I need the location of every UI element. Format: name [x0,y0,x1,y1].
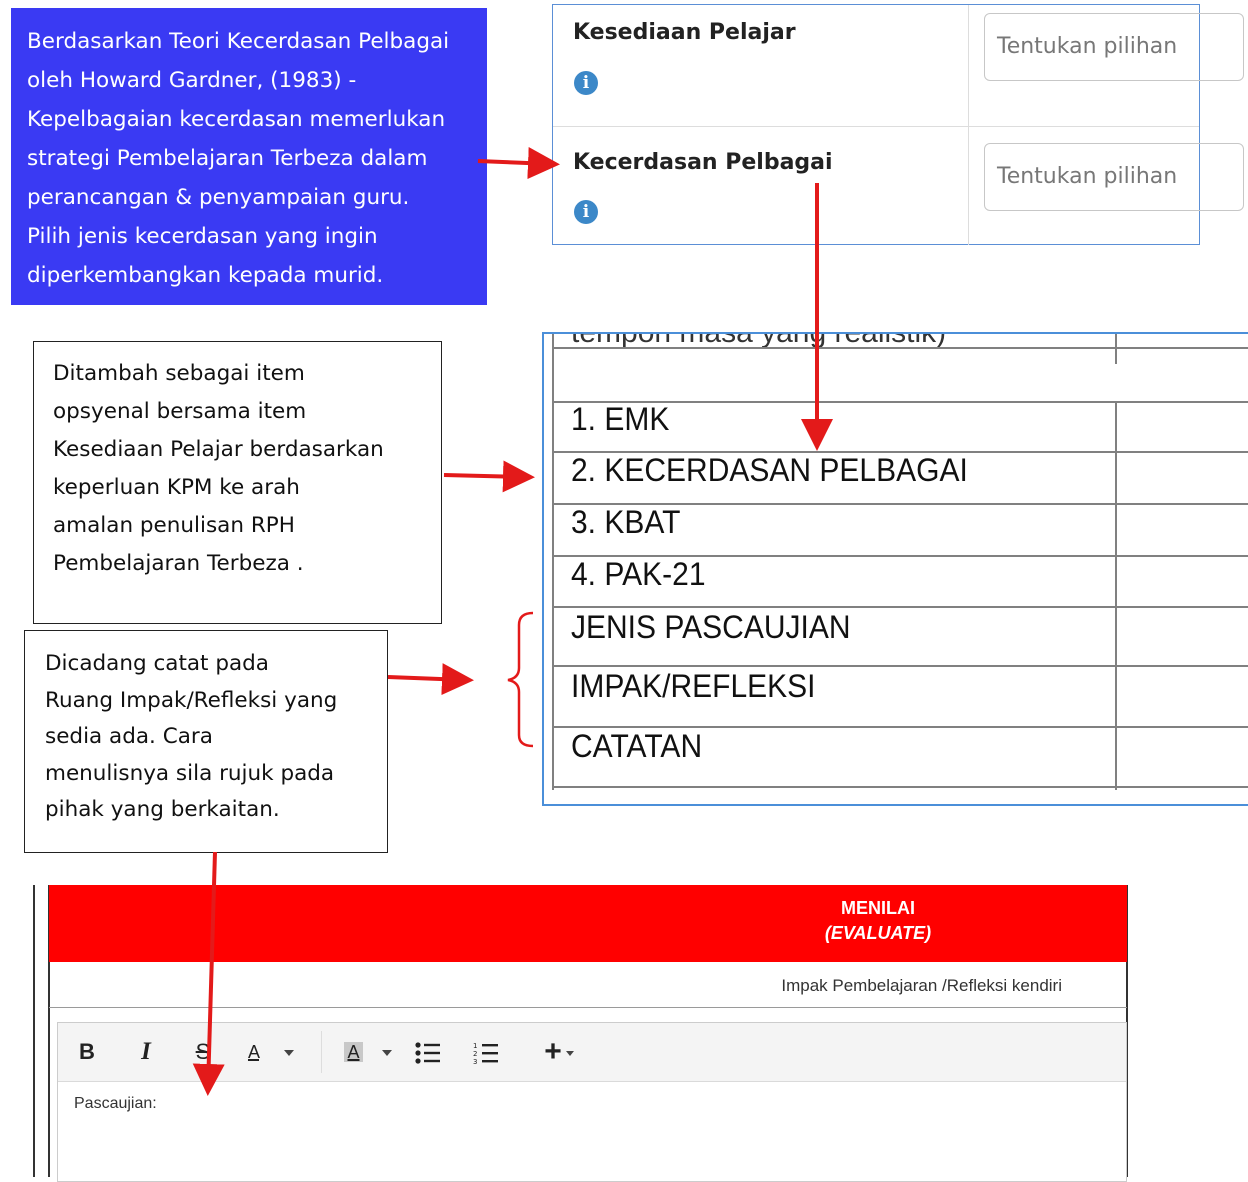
info-icon[interactable]: i [574,71,598,95]
callout-line: Pilih jenis kecerdasan yang ingin [27,224,378,249]
note-line: amalan penulisan RPH [53,513,295,538]
table-border [552,606,1248,608]
kecerdasan-pelbagai-select[interactable]: Tentukan pilihan [984,143,1244,211]
column-divider [968,5,969,126]
highlight-icon: A [344,1042,363,1062]
gardner-theory-callout: Berdasarkan Teori Kecerdasan Pelbagai ol… [11,8,487,305]
note-line: Pembelajaran Terbeza . [53,551,304,576]
numbered-list-icon: 1 2 3 [473,1042,498,1066]
insert-more-button[interactable]: + [534,1036,584,1068]
table-border [552,786,1248,788]
numbered-list-button[interactable]: 1 2 3 [468,1036,504,1068]
table-border [1115,334,1117,364]
subheading-text: Impak Pembelajaran /Refleksi kendiri [781,976,1062,995]
font-color-icon: A [247,1042,259,1062]
header-title: MENILAI [841,898,915,918]
note-line: Ditambah sebagai item [53,361,305,386]
toolbar-separator [321,1031,322,1073]
note-line: keperluan KPM ke arah [53,475,300,500]
header-subtitle: (EVALUATE) [824,923,932,943]
column-divider [968,127,969,245]
table-row: CATATAN [571,729,703,765]
brace-bracket [507,611,534,748]
callout-line: Kepelbagaian kecerdasan memerlukan [27,107,446,132]
table-border [552,347,1248,349]
reflection-note: Dicadang catat pada Ruang Impak/Refleksi… [24,630,388,853]
info-icon[interactable]: i [574,200,598,224]
note-line: Kesediaan Pelajar berdasarkan [53,437,384,462]
chevron-down-icon [381,1050,392,1057]
callout-line: diperkembangkan kepada murid. [27,263,384,288]
table-row: 2. KECERDASAN PELBAGAI [571,453,968,489]
arrow-to-kecerdasan-label [477,147,560,180]
chevron-down-icon [284,1050,295,1057]
arrow-to-brace [387,663,474,696]
table-row: IMPAK/REFLEKSI [571,669,816,705]
kesediaan-pelajar-label: Kesediaan Pelajar [573,20,796,45]
optional-item-note: Ditambah sebagai item opsyenal bersama i… [33,341,442,624]
note-line: Ruang Impak/Refleksi yang [45,687,338,713]
strikethrough-button[interactable]: S [188,1036,218,1068]
rph-table: tempoh masa yang realistik) 1. EMK 2. KE… [542,332,1248,806]
panel-border [33,885,35,1177]
arrow-to-table [443,460,535,493]
callout-line: Berdasarkan Teori Kecerdasan Pelbagai [27,29,450,54]
note-line: pihak yang berkaitan. [45,797,280,822]
table-border [552,726,1248,728]
note-line: Dicadang catat pada [45,651,269,676]
font-color-button[interactable]: A [238,1036,304,1068]
plus-icon: + [544,1035,562,1068]
bullet-list-button[interactable] [410,1036,446,1068]
table-border [1115,403,1117,790]
chevron-down-icon [565,1050,574,1056]
svg-text:2: 2 [473,1050,477,1058]
svg-text:1: 1 [473,1042,477,1050]
table-row: 4. PAK-21 [571,557,706,593]
note-line: opsyenal bersama item [53,399,307,424]
callout-line: strategi Pembelajaran Terbeza dalam [27,146,428,171]
svg-text:3: 3 [473,1058,477,1065]
evaluate-panel: MENILAI (EVALUATE) Impak Pembelajaran /R… [33,885,1128,1182]
kecerdasan-pelbagai-label: Kecerdasan Pelbagai [573,150,833,175]
form-row-kecerdasan-pelbagai: Kecerdasan Pelbagai i Tentukan pilihan [553,127,1244,245]
evaluate-header: MENILAI (EVALUATE) [49,885,1127,962]
rich-text-editor: B I S A A 1 2 3 + Pascaujian: [57,1022,1127,1182]
italic-button[interactable]: I [131,1036,161,1068]
form-panel: Kesediaan Pelajar i Tentukan pilihan Kec… [552,4,1244,245]
table-row: 3. KBAT [571,505,681,541]
bold-button[interactable]: B [72,1036,102,1068]
note-line: sedia ada. Cara [45,724,213,749]
bullet-list-icon [415,1042,440,1064]
highlight-color-button[interactable]: A [336,1036,400,1068]
callout-line: perancangan & penyampaian guru. [27,185,410,210]
kesediaan-pelajar-select[interactable]: Tentukan pilihan [984,13,1244,81]
note-line: menulisnya sila rujuk pada [45,760,335,786]
table-row: 1. EMK [571,402,670,438]
callout-line: oleh Howard Gardner, (1983) - [27,68,357,93]
editor-content[interactable]: Pascaujian: [74,1095,157,1113]
table-row: JENIS PASCAUJIAN [571,610,851,646]
editor-toolbar: B I S A A 1 2 3 + [58,1023,1126,1082]
form-row-kesediaan-pelajar: Kesediaan Pelajar i Tentukan pilihan [553,5,1244,126]
reflection-subheading: Impak Pembelajaran /Refleksi kendiri [49,962,1127,1008]
table-border [552,665,1248,667]
